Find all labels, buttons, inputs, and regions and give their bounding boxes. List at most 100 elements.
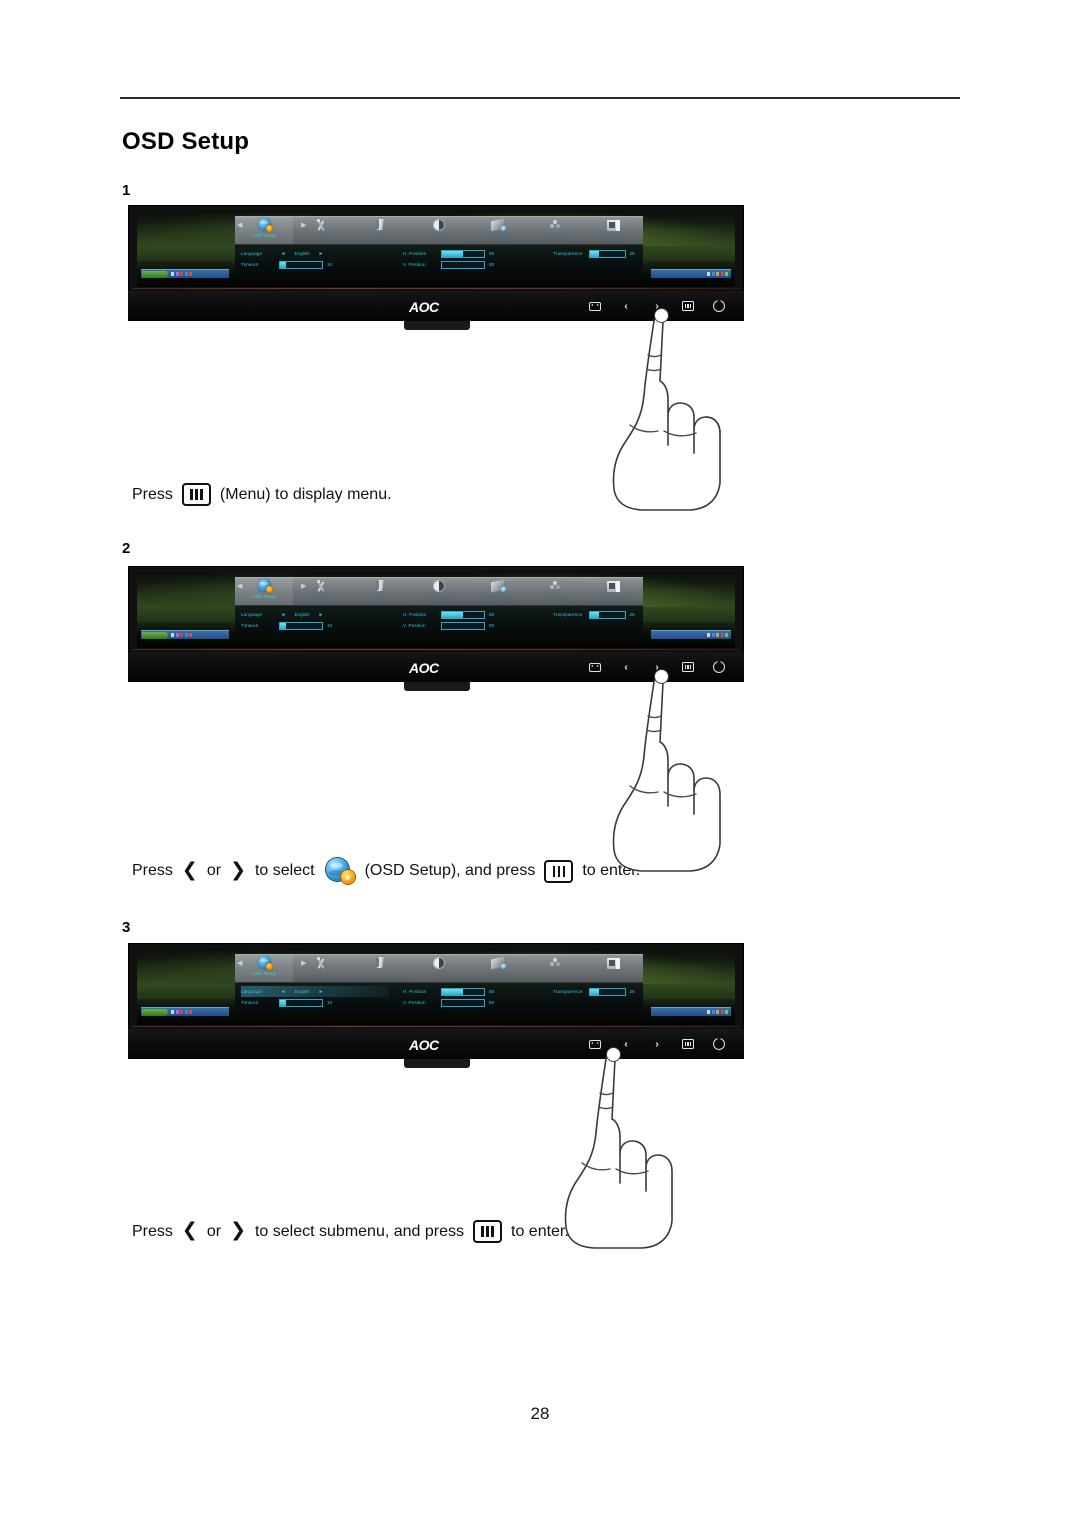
color-setup-icon: [548, 218, 563, 233]
left-button[interactable]: ‹: [620, 1038, 632, 1050]
osd-item-exit[interactable]: Exit: [352, 578, 410, 605]
osd-row-h-position[interactable]: H. Position 50: [403, 609, 543, 620]
osd-item-osd-setup[interactable]: OSD Setup: [235, 217, 294, 244]
aoc-logo: AOC: [409, 299, 439, 315]
osd-item-color-setup[interactable]: Color Setup: [526, 955, 584, 982]
timeout-slider[interactable]: [279, 998, 323, 1007]
osd-item-image-setup[interactable]: Image Setup: [468, 955, 526, 982]
transparence-slider[interactable]: [589, 610, 626, 619]
menu-button[interactable]: [682, 661, 694, 673]
chevron-left-icon: ‹: [624, 300, 628, 312]
osd-settings-rows: Language ◄ English ► Timeout 10 H. Posit…: [235, 982, 643, 1012]
osd-item-luminance[interactable]: Luminance: [410, 578, 468, 605]
row-label: Timeout: [241, 623, 259, 628]
monitor-screen: ◀ ▶ OSD Setup: [137, 211, 735, 287]
osd-item-color-setup[interactable]: Color Setup: [526, 578, 584, 605]
osd-item-image-setup[interactable]: Image Setup: [468, 578, 526, 605]
osd-item-exit[interactable]: Exit: [352, 217, 410, 244]
increment-icon[interactable]: ►: [317, 251, 325, 257]
row-label: Language: [241, 989, 263, 994]
power-button[interactable]: [713, 661, 725, 673]
osd-row-v-position[interactable]: V. Position 80: [403, 259, 543, 270]
step-number-1: 1: [122, 182, 131, 199]
osd-item-osd-setup[interactable]: OSD Setup: [235, 955, 294, 982]
osd-item-extra[interactable]: Extra: [293, 955, 351, 982]
osd-row-transparence[interactable]: Transparence 25: [553, 986, 641, 997]
menu-icon: [682, 301, 694, 311]
osd-item-color-setup[interactable]: Color Setup: [526, 217, 584, 244]
row-label: Language: [241, 251, 263, 256]
desktop-taskbar-right: [651, 1007, 731, 1016]
color-setup-icon: [548, 579, 563, 594]
source-button[interactable]: [589, 300, 601, 312]
osd-item-osd-setup[interactable]: OSD Setup: [235, 578, 294, 605]
monitor-screen: ◀ ▶ OSD Setup: [137, 572, 735, 648]
osd-item-label: Exit: [376, 233, 385, 238]
transparence-slider[interactable]: [589, 249, 626, 258]
menu-button[interactable]: [682, 300, 694, 312]
osd-row-v-position[interactable]: V. Position 80: [403, 997, 543, 1008]
tools-icon: [315, 218, 330, 233]
osd-row-h-position[interactable]: H. Position 50: [403, 986, 543, 997]
v-position-slider[interactable]: [441, 260, 485, 269]
osd-row-transparence[interactable]: Transparence 25: [553, 609, 641, 620]
v-position-slider[interactable]: [441, 998, 485, 1007]
left-button[interactable]: ‹: [620, 661, 632, 673]
osd-menu-bar: ◀ ▶ OSD Setup: [235, 216, 643, 244]
timeout-slider[interactable]: [279, 260, 323, 269]
osd-item-label: Picture Boost: [599, 233, 629, 238]
left-button[interactable]: ‹: [620, 300, 632, 312]
menu-button[interactable]: [682, 1038, 694, 1050]
osd-menu: ◀ ▶ OSD Setup: [235, 216, 643, 274]
osd-item-luminance[interactable]: Luminance: [410, 955, 468, 982]
h-position-slider[interactable]: [441, 987, 485, 996]
osd-column-1: Language ◄ English ► Timeout 10: [241, 609, 389, 631]
osd-item-exit[interactable]: Exit: [352, 955, 410, 982]
osd-row-language[interactable]: Language ◄ English ►: [241, 609, 389, 620]
image-setup-icon: [490, 218, 505, 233]
decrement-icon[interactable]: ◄: [279, 612, 287, 618]
monitor-screen: ◀ ▶ OSD Setup: [137, 949, 735, 1025]
contrast-icon: [431, 218, 446, 233]
osd-item-image-setup[interactable]: Image Setup: [468, 217, 526, 244]
increment-icon[interactable]: ►: [317, 612, 325, 618]
right-button[interactable]: ›: [651, 1038, 663, 1050]
increment-icon[interactable]: ►: [317, 989, 325, 995]
osd-row-language[interactable]: Language ◄ English ►: [241, 248, 389, 259]
row-value: 10: [327, 1000, 333, 1005]
h-position-slider[interactable]: [441, 249, 485, 258]
osd-row-timeout[interactable]: Timeout 10: [241, 259, 389, 270]
osd-row-h-position[interactable]: H. Position 50: [403, 248, 543, 259]
power-button[interactable]: [713, 1038, 725, 1050]
tray-icons: [707, 1010, 728, 1014]
osd-item-picture-boost[interactable]: Picture Boost: [585, 955, 643, 982]
osd-item-extra[interactable]: Extra: [293, 217, 351, 244]
fingertip-highlight: [654, 669, 669, 684]
desktop-taskbar-left: [141, 1007, 229, 1016]
fingertip-highlight: [606, 1047, 621, 1062]
tray-icons: [707, 633, 728, 637]
decrement-icon[interactable]: ◄: [279, 989, 287, 995]
timeout-slider[interactable]: [279, 621, 323, 630]
source-button[interactable]: [589, 1038, 601, 1050]
osd-row-timeout[interactable]: Timeout 10: [241, 620, 389, 631]
power-button[interactable]: [713, 300, 725, 312]
row-label: V. Position: [403, 262, 426, 267]
osd-row-transparence[interactable]: Transparence 25: [553, 248, 641, 259]
osd-item-extra[interactable]: Extra: [293, 578, 351, 605]
row-value: 80: [489, 262, 495, 267]
source-button[interactable]: [589, 661, 601, 673]
decrement-icon[interactable]: ◄: [279, 251, 287, 257]
aoc-logo: AOC: [409, 660, 439, 676]
osd-item-luminance[interactable]: Luminance: [410, 217, 468, 244]
osd-item-picture-boost[interactable]: Picture Boost: [585, 217, 643, 244]
osd-row-timeout[interactable]: Timeout 10: [241, 997, 389, 1008]
v-position-slider[interactable]: [441, 621, 485, 630]
osd-row-v-position[interactable]: V. Position 80: [403, 620, 543, 631]
transparence-slider[interactable]: [589, 987, 626, 996]
h-position-slider[interactable]: [441, 610, 485, 619]
row-value: 80: [489, 623, 495, 628]
osd-item-picture-boost[interactable]: Picture Boost: [585, 578, 643, 605]
osd-menu-bar: ◀ ▶ OSD Setup: [235, 954, 643, 982]
osd-row-language[interactable]: Language ◄ English ►: [241, 986, 389, 997]
